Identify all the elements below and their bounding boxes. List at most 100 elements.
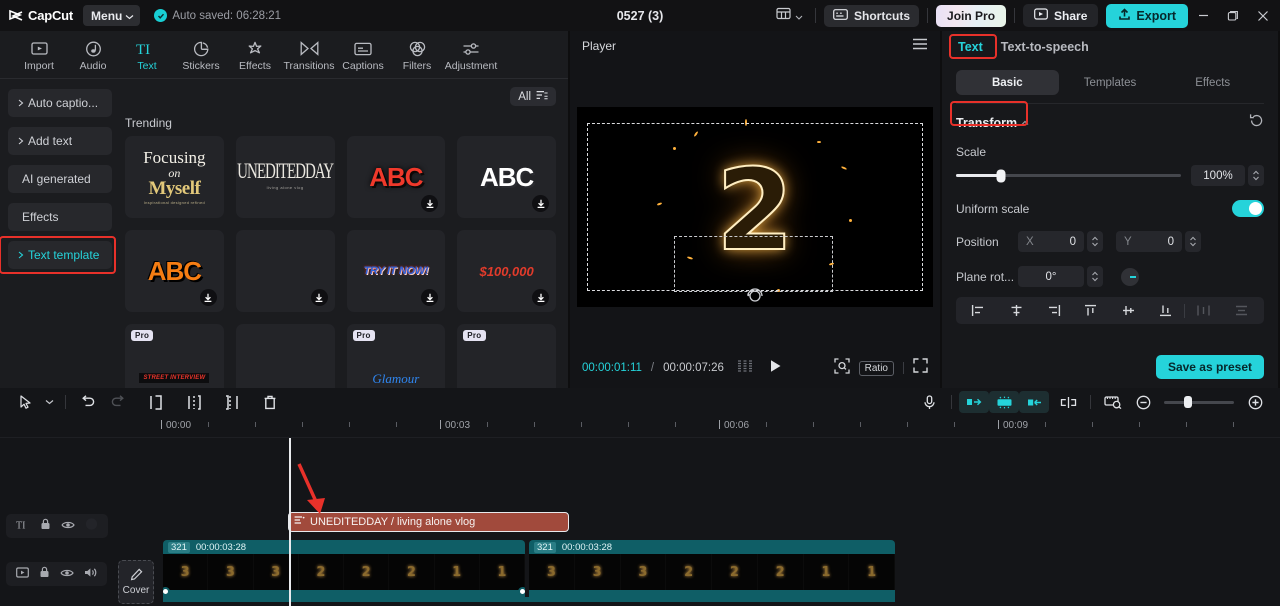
sidebar-item-text-template[interactable]: Text template [8,241,112,269]
layout-button[interactable] [772,4,807,28]
template-card[interactable]: ABC [125,230,224,312]
template-card[interactable] [235,230,335,312]
eye-icon[interactable] [60,517,75,535]
position-y-field[interactable]: Y 0 [1116,231,1182,252]
tool-adjustment[interactable]: Adjustment [444,37,498,72]
freeze-icon[interactable] [989,391,1019,413]
timeline-tracks[interactable]: TI UNEDITEDDAY / living alone vlog Cover… [0,438,1280,606]
align-left-icon[interactable] [960,304,997,317]
timeline-preview-icon[interactable] [1098,391,1128,413]
align-middle-v-icon[interactable] [1110,304,1147,317]
scale-slider[interactable] [956,169,1181,182]
tool-stickers[interactable]: Stickers [174,37,228,72]
download-icon[interactable] [199,289,217,306]
sidebar-item-add-text[interactable]: Add text [8,127,112,155]
align-right-icon[interactable] [1035,304,1072,317]
split-icon[interactable] [141,391,171,413]
distribute-h-icon[interactable] [1185,304,1222,317]
delete-icon[interactable] [255,391,285,413]
select-arrow-icon[interactable] [10,391,40,413]
volume-icon[interactable] [84,565,97,583]
hamburger-icon[interactable] [912,37,928,55]
template-card[interactable]: Pro [457,324,556,388]
tool-import[interactable]: Import [12,37,66,72]
redo-icon[interactable] [103,391,133,413]
position-x-field[interactable]: X 0 [1018,231,1084,252]
filter-all-button[interactable]: All [510,87,556,106]
segment-templates[interactable]: Templates [1059,70,1162,95]
position-y-stepper[interactable] [1185,231,1201,252]
zoom-in-icon[interactable] [1240,391,1270,413]
crop-icon[interactable] [1019,391,1049,413]
download-icon[interactable] [421,289,439,306]
zoom-out-icon[interactable] [1128,391,1158,413]
tool-transitions[interactable]: Transitions [282,37,336,72]
tool-captions[interactable]: Captions [336,37,390,72]
zoom-fit-icon[interactable] [833,357,850,379]
reset-icon[interactable] [1249,113,1264,133]
segment-basic[interactable]: Basic [956,70,1059,95]
download-icon[interactable] [532,289,549,306]
tab-text[interactable]: Text [958,40,983,54]
save-as-preset-button[interactable]: Save as preset [1155,355,1264,379]
trim-end-icon[interactable] [217,391,247,413]
caret-collapse-icon[interactable] [1021,119,1029,128]
join-pro-button[interactable]: Join Pro [936,4,1007,27]
align-center-h-icon[interactable] [997,304,1034,317]
position-x-stepper[interactable] [1087,231,1103,252]
cover-button[interactable]: Cover [118,560,154,604]
maximize-button[interactable] [1218,0,1248,31]
scale-stepper[interactable] [1248,165,1264,186]
template-card[interactable]: Pro Glamour [346,324,446,388]
template-card[interactable] [235,324,335,388]
sidebar-item-effects[interactable]: Effects [8,203,112,231]
keyframe-icon[interactable] [1053,391,1083,413]
frames-icon[interactable] [737,359,754,377]
trim-start-icon[interactable] [179,391,209,413]
export-button[interactable]: Export [1106,3,1188,28]
text-clip[interactable]: UNEDITEDDAY / living alone vlog [288,512,569,532]
play-icon[interactable] [769,359,782,378]
timeline-ruler[interactable]: 00:00 00:03 00:06 00:09 [0,416,1280,438]
chevron-down-icon[interactable] [40,391,58,413]
uniform-scale-toggle[interactable] [1232,200,1264,217]
mic-icon[interactable] [914,391,944,413]
eye-icon[interactable] [60,565,74,583]
close-button[interactable] [1248,0,1278,31]
ratio-button[interactable]: Ratio [858,360,894,376]
download-icon[interactable] [421,195,439,212]
segment-effects[interactable]: Effects [1161,70,1264,95]
undo-icon[interactable] [73,391,103,413]
sidebar-item-ai-generated[interactable]: AI generated [8,165,112,193]
tool-text[interactable]: TI Text [120,37,174,73]
minimize-button[interactable] [1188,0,1218,31]
text-selection-box[interactable] [674,235,833,292]
align-top-icon[interactable] [1072,304,1109,317]
download-icon[interactable] [532,195,549,212]
lock-icon[interactable] [40,517,51,535]
template-card[interactable]: UNEDITEDDAY living alone vlog [235,136,335,218]
rotate-handle-icon[interactable] [746,287,764,305]
zoom-slider-knob[interactable] [1183,396,1192,408]
clip-handle-right[interactable] [518,587,525,596]
template-card[interactable]: Pro STREET INTERVIEW [125,324,224,388]
menu-button[interactable]: Menu [83,5,141,26]
zoom-slider[interactable] [1164,396,1234,408]
clip-handle-left[interactable] [163,587,170,596]
fullscreen-icon[interactable] [913,358,928,378]
template-card[interactable]: $100,000 [457,230,556,312]
lock-icon[interactable] [39,565,50,583]
template-card[interactable]: ABC [346,136,446,218]
playhead[interactable] [289,438,291,606]
slider-knob[interactable] [996,169,1006,182]
align-bottom-icon[interactable] [1147,304,1184,317]
download-icon[interactable] [310,289,328,306]
tab-text-to-speech[interactable]: Text-to-speech [1001,40,1089,54]
video-clip[interactable]: 321 00:00:03:28 3 3 3 2 2 2 1 1 [163,540,525,602]
template-card[interactable]: Focusing on Myself Inspirational designe… [125,136,224,218]
tool-audio[interactable]: Audio [66,37,120,72]
rotation-stepper[interactable] [1087,266,1103,287]
rotation-value[interactable]: 0° [1018,266,1084,287]
shortcuts-button[interactable]: Shortcuts [824,4,920,27]
tool-effects[interactable]: Effects [228,37,282,72]
